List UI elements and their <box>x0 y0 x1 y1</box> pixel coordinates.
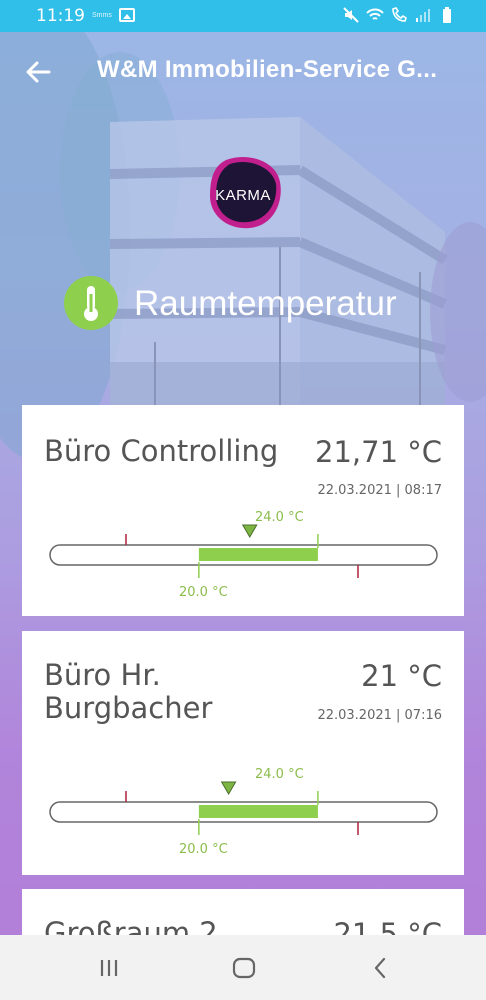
sensor-card[interactable]: Büro Hr. Burgbacher 21 °C 22.03.2021 | 0… <box>22 631 464 875</box>
target-range-bar <box>198 548 318 561</box>
status-icons <box>342 6 456 24</box>
sensor-temperature: 21,71 °C <box>315 435 442 469</box>
call-icon <box>392 7 407 22</box>
status-bar: 11:19 Smms <box>0 0 486 32</box>
mute-icon <box>343 7 359 23</box>
back-icon[interactable] <box>366 953 396 983</box>
temperature-gauge: 24.0 °C 20.0 °C <box>49 510 439 600</box>
system-nav-bar <box>0 935 486 1000</box>
range-min-label: 20.0 °C <box>179 842 228 857</box>
current-value-marker <box>220 781 237 795</box>
status-small-text: Smms <box>92 12 112 19</box>
wifi-icon <box>366 8 384 20</box>
logo-text: KARMA <box>215 187 271 204</box>
temperature-gauge: 24.0 °C 20.0 °C <box>49 767 439 857</box>
recent-apps-icon[interactable] <box>94 953 124 983</box>
signal-icon <box>416 9 430 22</box>
current-value-marker <box>241 524 258 538</box>
sensor-timestamp: 22.03.2021 | 07:16 <box>317 708 442 723</box>
target-range-bar <box>198 805 318 818</box>
back-arrow-icon[interactable] <box>22 56 54 88</box>
page-title: Raumtemperatur <box>134 284 397 323</box>
sensor-temperature: 21 °C <box>361 659 442 693</box>
home-icon[interactable] <box>229 953 259 983</box>
sensor-name: Büro Controlling <box>44 434 279 468</box>
range-max-label: 24.0 °C <box>255 510 304 525</box>
header-title: W&M Immobilien-Service G... <box>97 56 438 83</box>
sensor-name: Büro Hr. Burgbacher <box>44 658 213 725</box>
sensor-timestamp: 22.03.2021 | 08:17 <box>317 483 442 498</box>
thermometer-icon <box>64 276 118 330</box>
gallery-icon <box>119 8 135 22</box>
app-header: W&M Immobilien-Service G... <box>0 32 486 112</box>
range-min-label: 20.0 °C <box>179 585 228 600</box>
status-time: 11:19 <box>36 6 85 26</box>
range-max-label: 24.0 °C <box>255 767 304 782</box>
battery-icon <box>443 7 451 23</box>
sensor-card[interactable]: Büro Controlling 21,71 °C 22.03.2021 | 0… <box>22 405 464 616</box>
